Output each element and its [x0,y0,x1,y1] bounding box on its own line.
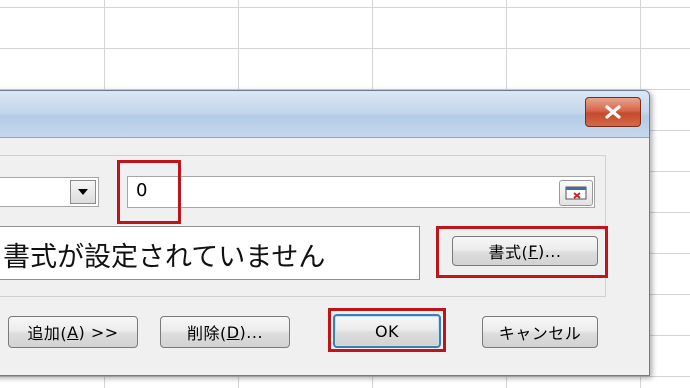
cancel-button-label: キャンセル [498,324,582,343]
format-preview: 書式が設定されていません [0,226,420,280]
delete-button-label: 削除( [186,324,227,343]
range-select-button[interactable] [559,180,593,206]
dialog-titlebar[interactable] [0,91,649,138]
delete-button-accel: D [226,322,240,342]
add-button-accel: A [67,322,79,342]
dropdown-button[interactable] [70,180,96,204]
add-button-label: 追加( [27,324,68,343]
add-button[interactable]: 追加(A) >> [8,316,138,348]
close-icon [605,105,621,119]
condition-value-input[interactable]: 0 [127,176,595,208]
chevron-down-icon [78,189,88,195]
collapse-dialog-icon [565,186,587,200]
delete-button[interactable]: 削除(D)... [160,316,290,348]
ok-highlight-box [328,308,446,352]
operator-dropdown[interactable] [0,177,99,207]
cancel-button[interactable]: キャンセル [482,316,598,348]
value-highlight-box [117,160,181,224]
close-button[interactable] [585,97,641,127]
delete-button-suffix: )... [239,322,264,342]
add-button-suffix: ) >> [78,322,119,342]
format-highlight-box [436,226,608,278]
